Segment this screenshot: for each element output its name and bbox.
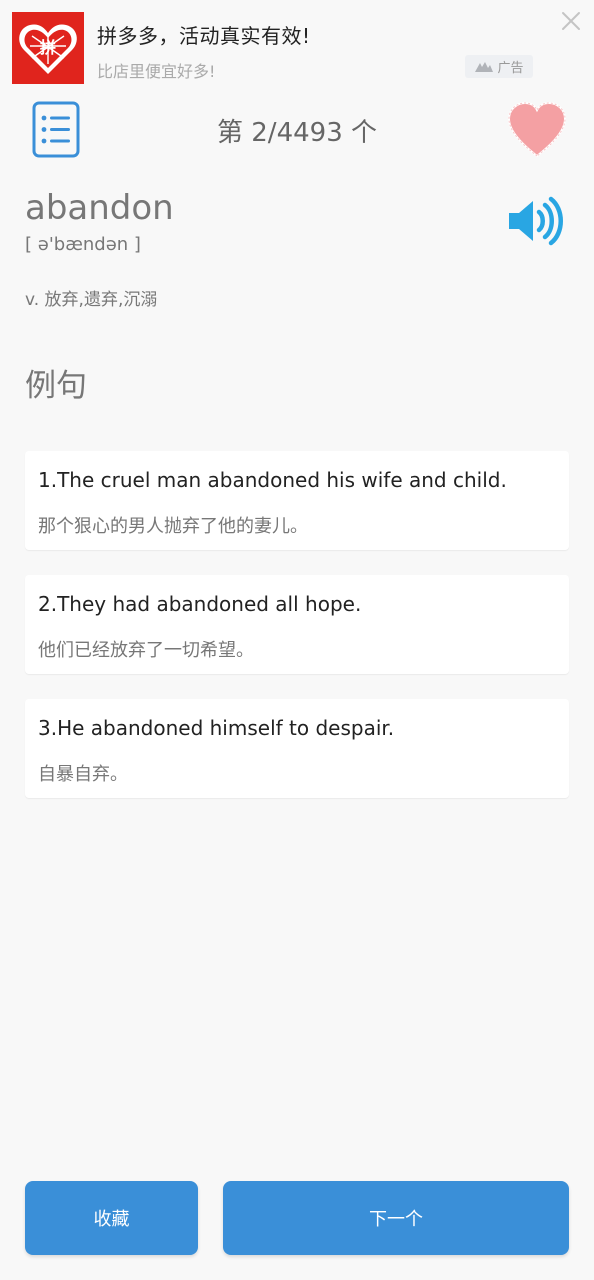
example-chinese: 自暴自弃。 [38, 764, 128, 785]
example-card: 3.He abandoned himself to despair. 自暴自弃。 [25, 699, 569, 798]
favorite-button[interactable]: 收藏 [25, 1181, 198, 1255]
ad-badge-label: 广告 [497, 61, 524, 76]
example-card: 1.The cruel man abandoned his wife and c… [25, 451, 569, 550]
ad-banner[interactable]: 拼 拼多多，活动真实有效! 比店里便宜好多! 广告 [0, 0, 594, 92]
ad-badge: 广告 [465, 55, 533, 78]
headword: abandon [25, 188, 174, 228]
examples-list: 1.The cruel man abandoned his wife and c… [25, 451, 569, 823]
next-button[interactable]: 下一个 [223, 1181, 569, 1255]
example-chinese: 他们已经放弃了一切希望。 [38, 640, 254, 661]
speaker-icon[interactable] [505, 194, 565, 248]
example-english: 2.They had abandoned all hope. [38, 592, 362, 616]
phonetic: [ ə'bændən ] [25, 234, 141, 255]
examples-heading: 例句 [25, 368, 87, 404]
definition: v. 放弃,遗弃,沉溺 [25, 290, 158, 310]
example-card: 2.They had abandoned all hope. 他们已经放弃了一切… [25, 575, 569, 674]
example-english: 1.The cruel man abandoned his wife and c… [38, 468, 507, 492]
close-icon[interactable] [560, 10, 582, 32]
logo-text: 拼 [40, 38, 56, 57]
pinduoduo-logo-icon[interactable]: 拼 [12, 12, 84, 84]
heart-icon[interactable] [505, 100, 569, 160]
ad-network-icon [475, 61, 494, 72]
ad-title: 拼多多，活动真实有效! [97, 24, 311, 48]
example-english: 3.He abandoned himself to despair. [38, 716, 395, 740]
ad-subtitle: 比店里便宜好多! [97, 62, 216, 81]
example-chinese: 那个狠心的男人抛弃了他的妻儿。 [38, 516, 308, 537]
